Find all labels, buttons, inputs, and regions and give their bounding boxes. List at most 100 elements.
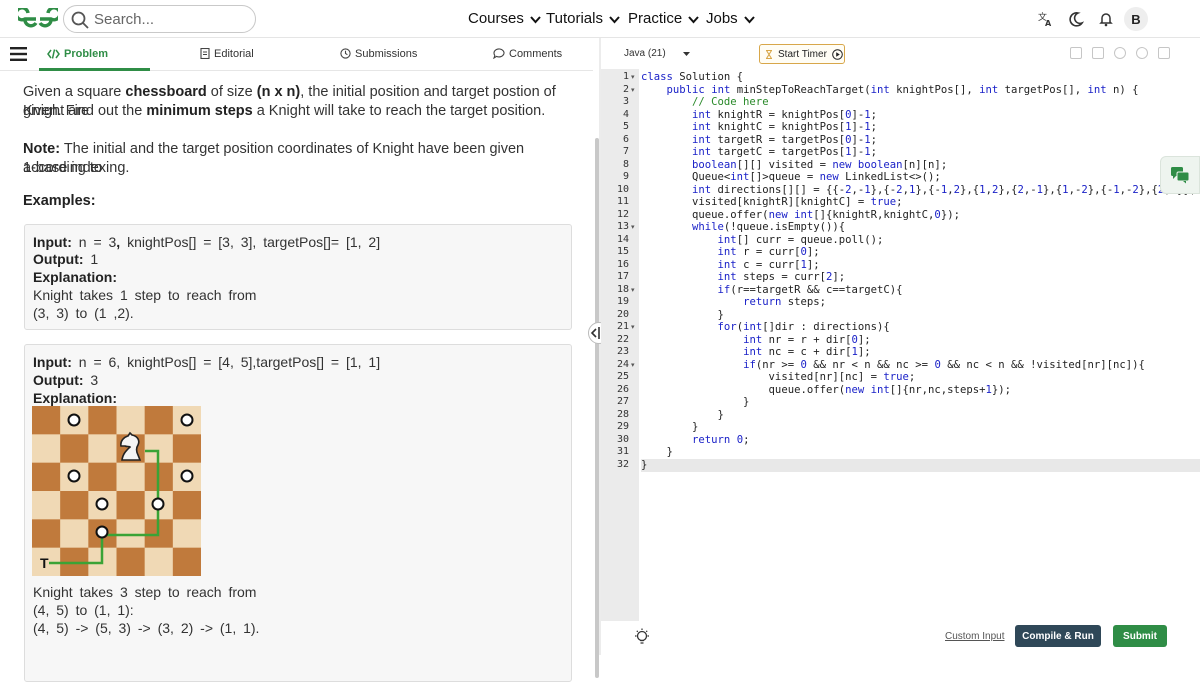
menu-icon[interactable] [10,47,27,61]
timer-icon [766,50,772,59]
fold-arrow-icon[interactable]: ▾ [631,223,635,231]
settings-icon[interactable] [1114,47,1126,59]
code-line[interactable]: queue.offer(new int[]{nr,nc,steps+1}); [641,384,1011,396]
tab-submissions[interactable]: Submissions [340,48,417,60]
line-number: 31 [616,446,629,457]
line-number: 29 [616,421,629,432]
code-line[interactable]: int c = curr[1]; [641,259,820,271]
search-input[interactable]: Search... [63,5,256,33]
fold-arrow-icon[interactable]: ▾ [631,86,635,94]
nav-tutorials[interactable]: Tutorials [546,10,620,27]
code-line[interactable]: class Solution { [641,71,743,83]
chevron-down-icon [683,52,690,56]
chat-icon[interactable] [1160,156,1200,194]
line-number: 1 [622,71,629,82]
svg-text:A: A [1045,19,1052,27]
board-target-label: T [40,555,49,571]
play-icon [832,49,843,60]
nav-jobs[interactable]: Jobs [706,10,755,27]
board-square [172,547,201,576]
code-line[interactable]: Queue<int[]>queue = new LinkedList<>(); [641,171,941,183]
code-line[interactable]: } [641,421,698,433]
fold-arrow-icon[interactable]: ▾ [631,361,635,369]
line-number: 28 [616,408,629,420]
fold-arrow-icon[interactable]: ▾ [631,286,635,294]
code-line[interactable]: while(!queue.isEmpty()){ [641,221,845,233]
submit-button[interactable]: Submit [1113,625,1167,647]
code-line[interactable]: } [641,459,647,471]
editor-bottom-bar: Custom Input Compile & Run Submit [601,621,1200,655]
code-line[interactable]: public int minStepToReachTarget(int knig… [641,84,1139,96]
code-line[interactable]: int targetR = targetPos[0]-1; [641,134,877,146]
code-line[interactable]: visited[nr][nc] = true; [641,371,916,383]
active-line-highlight [641,458,1200,472]
copy-icon[interactable] [1070,47,1082,59]
code-line[interactable]: } [641,309,724,321]
reset-icon[interactable] [1136,47,1148,59]
example-1-line2: (3, 3) to (1 ,2). [33,305,134,321]
examples-heading: Examples: [23,193,96,209]
tab-editorial[interactable]: Editorial [200,47,254,60]
board-square [60,491,89,520]
board-square [116,406,146,435]
language-select[interactable]: Java (21) [621,45,695,63]
fullscreen-icon[interactable] [1158,47,1170,59]
line-number: 23 [616,346,629,357]
code-line[interactable]: return steps; [641,296,826,308]
code-line[interactable]: return 0; [641,434,749,446]
line-number: 14 [616,233,629,245]
line-number: 10 [616,183,629,195]
code-line[interactable]: int r = curr[0]; [641,246,820,258]
upload-icon[interactable] [1092,47,1104,59]
example-2-explanation-label: Explanation: [33,390,118,406]
code-line[interactable]: int knightR = knightPos[0]-1; [641,109,877,121]
nav-practice[interactable]: Practice [628,10,699,27]
compile-run-button[interactable]: Compile & Run [1015,625,1101,647]
code-line[interactable]: // Code here [641,96,769,108]
board-square [60,434,89,464]
example-2-output: Output: 3 [33,372,99,388]
code-line[interactable]: if(r==targetR && c==targetC){ [641,284,903,296]
bell-icon[interactable] [1095,8,1117,30]
code-line[interactable]: if(nr >= 0 && nr < n && nc >= 0 && nc < … [641,359,1145,371]
code-line[interactable]: } [641,446,673,458]
tab-problem[interactable]: Problem [47,48,108,60]
code-line[interactable]: boolean[][] visited = new boolean[n][n]; [641,159,947,171]
line-number: 2 [622,83,629,95]
code-area[interactable]: class Solution { public int minStepToRea… [641,69,1200,621]
code-line[interactable]: } [641,409,724,421]
board-square [172,491,201,520]
example-2-box: Input: n = 6, knightPos[] = [4, 5],targe… [24,344,572,682]
code-line[interactable]: int knightC = knightPos[1]-1; [641,121,877,133]
custom-input-link[interactable]: Custom Input [945,631,1004,642]
line-number: 25 [616,371,629,382]
moon-icon[interactable] [1065,8,1087,30]
avatar[interactable]: B [1124,7,1148,31]
bulb-icon[interactable] [633,628,651,646]
code-line[interactable]: } [641,396,749,408]
nav-courses[interactable]: Courses [468,10,541,27]
line-number: 12 [616,208,629,220]
code-line[interactable]: queue.offer(new int[]{knightR,knightC,0}… [641,209,960,221]
code-line[interactable]: int nr = r + dir[0]; [641,334,871,346]
line-number: 4 [622,108,629,120]
fold-arrow-icon[interactable]: ▾ [631,73,635,81]
code-line[interactable]: visited[knightR][knightC] = true; [641,196,903,208]
board-square [144,547,174,576]
code-line[interactable]: int steps = curr[2]; [641,271,846,283]
chevron-down-icon [530,16,541,24]
code-line[interactable]: int directions[][] = {{-2,-1},{-2,1},{-1… [641,184,1196,196]
code-line[interactable]: int[] curr = queue.poll(); [641,234,884,246]
tab-comments[interactable]: Comments [493,48,562,60]
gfg-logo-icon[interactable] [18,8,58,30]
fold-arrow-icon[interactable]: ▾ [631,323,635,331]
start-timer-button[interactable]: Start Timer [759,44,845,64]
code-line[interactable]: for(int[]dir : directions){ [641,321,890,333]
code-line[interactable]: int nc = c + dir[1]; [641,346,871,358]
clock-icon [340,48,351,59]
line-number: 19 [616,296,629,307]
example-1-box: Input: n = 3, knightPos[] = [3, 3], targ… [24,224,572,330]
code-editor-panel: Java (21) Start Timer 1 ▾ 2 ▾ 3 4 5 6 7 8 9 10 11 12 1… [601,38,1200,655]
translate-icon[interactable]: 文A [1034,8,1056,30]
code-line[interactable]: int targetC = targetPos[1]-1; [641,146,877,158]
